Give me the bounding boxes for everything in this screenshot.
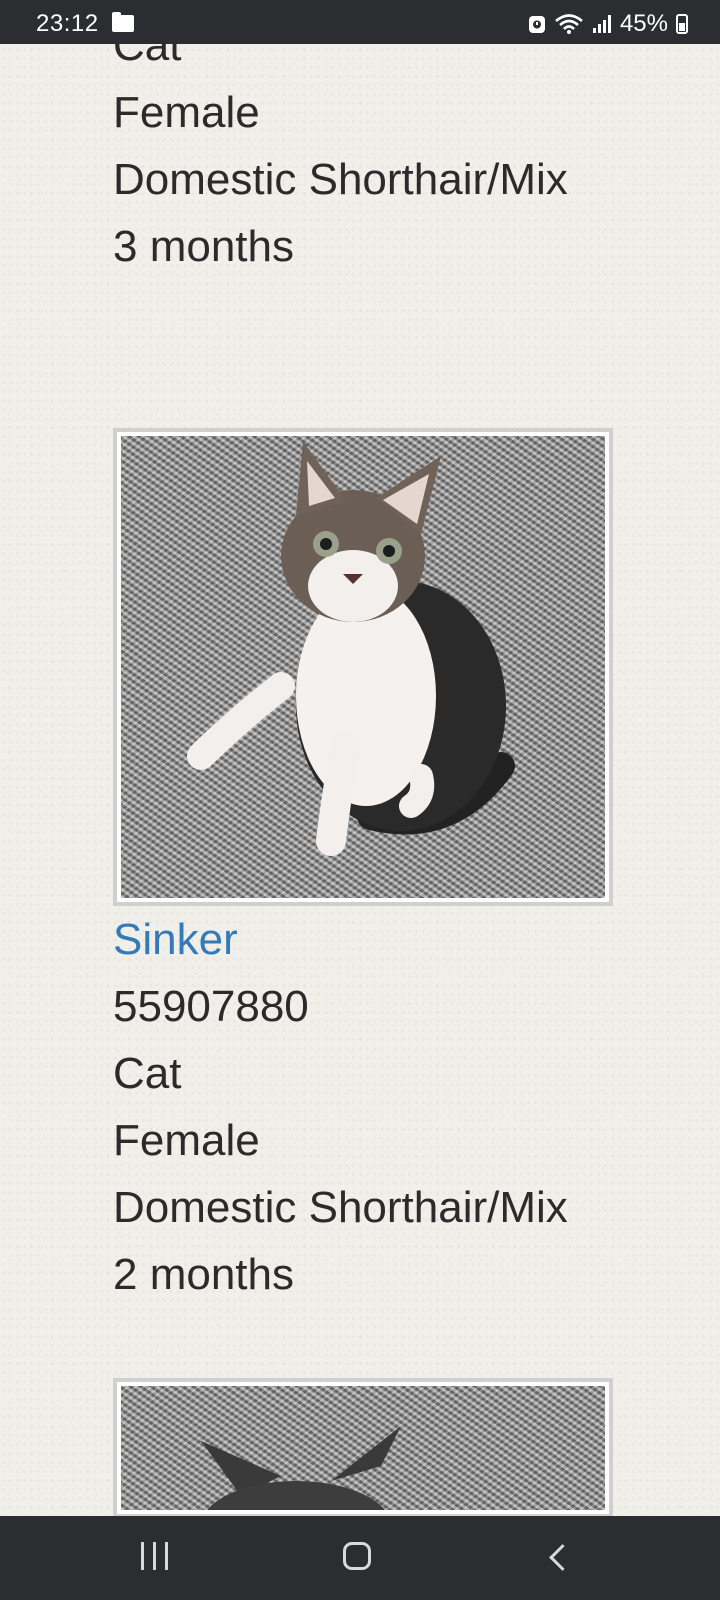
alarm-icon	[528, 16, 545, 33]
status-time: 23:12	[36, 10, 99, 37]
pet-age: 2 months	[113, 1250, 294, 1299]
wifi-icon	[555, 14, 583, 34]
signal-icon	[592, 15, 611, 33]
navigation-bar	[0, 1516, 720, 1600]
pet-sex: Female	[113, 1116, 260, 1165]
dark-kitten-photo	[121, 1386, 605, 1510]
pet-species: Cat	[113, 1049, 182, 1098]
battery-percent: 45%	[619, 10, 668, 37]
pet-name-link[interactable]: Sinker	[113, 916, 238, 964]
pet-age: 3 months	[113, 222, 294, 271]
pet-photo-link[interactable]	[113, 428, 613, 906]
back-button[interactable]	[548, 1542, 568, 1574]
folder-icon	[112, 12, 134, 32]
pet-photo-link[interactable]	[113, 1378, 613, 1518]
pet-breed: Domestic Shorthair/Mix	[113, 1183, 568, 1232]
battery-icon	[676, 14, 688, 34]
pet-id: 55907880	[113, 982, 309, 1031]
recents-button[interactable]	[141, 1542, 169, 1574]
page-background: 23:12 45% Cat Female Domestic Shorthair/…	[0, 0, 720, 1600]
tabby-white-kitten-photo	[121, 436, 605, 898]
pet-sex: Female	[113, 88, 260, 137]
pet-breed: Domestic Shorthair/Mix	[113, 155, 568, 204]
home-button[interactable]	[343, 1542, 371, 1570]
status-bar: 23:12 45%	[0, 0, 720, 44]
